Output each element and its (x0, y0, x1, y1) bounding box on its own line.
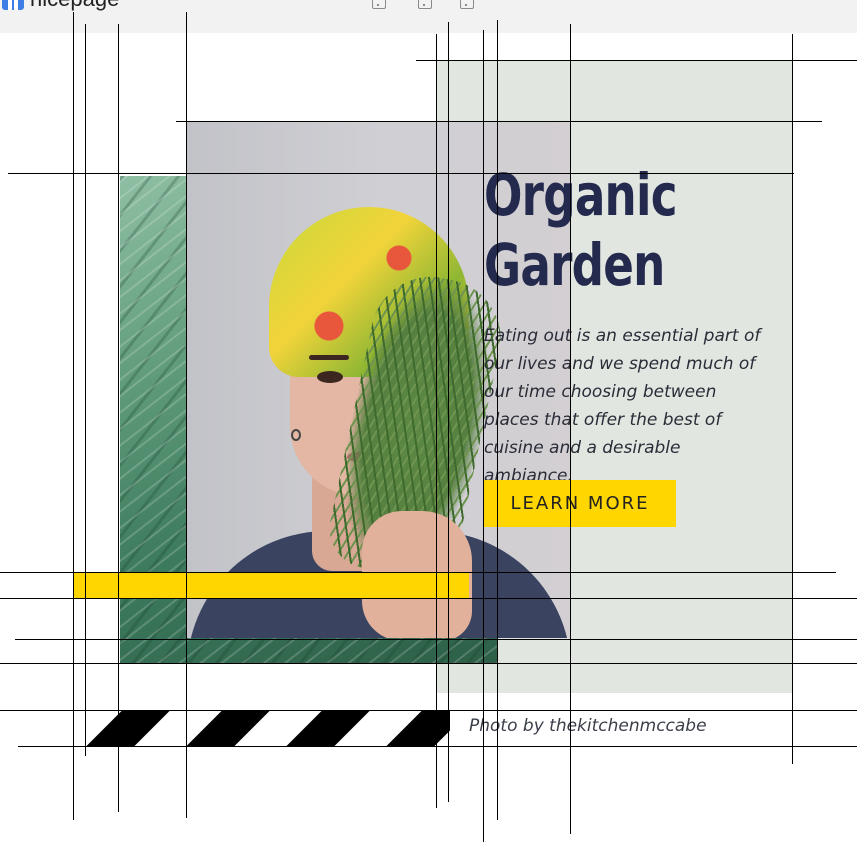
guide-line (0, 572, 836, 573)
photo-caption: Photo by thekitchenmccabe (469, 716, 707, 736)
stripe (185, 710, 271, 747)
guide-line (18, 746, 857, 747)
guide-line (0, 663, 857, 664)
guide-line (497, 20, 498, 820)
guide-line (448, 22, 449, 802)
guide-line (0, 598, 857, 599)
app-logo-text: nicepage (30, 0, 119, 12)
stripe (85, 710, 171, 747)
guide-line (792, 34, 793, 764)
hero-title-line2: Garden (484, 231, 665, 299)
stripe (285, 710, 371, 747)
guide-line (416, 60, 857, 61)
hero-title: Organic Garden (484, 160, 718, 300)
guide-line (0, 710, 857, 711)
tablet-icon[interactable] (418, 0, 432, 9)
guide-line (436, 34, 437, 808)
guide-line (73, 12, 74, 820)
guide-line (176, 121, 822, 122)
desktop-icon[interactable] (372, 0, 386, 9)
earring-shape (291, 429, 301, 441)
eye-shape (317, 371, 343, 383)
learn-more-button[interactable]: LEARN MORE (484, 480, 676, 527)
guide-line (85, 24, 86, 756)
hero-title-line1: Organic (484, 161, 678, 229)
nicepage-logo-icon (2, 0, 24, 10)
hero-description: Eating out is an essential part of our l… (484, 326, 761, 486)
guide-line (483, 30, 484, 842)
guide-line (8, 173, 794, 174)
brow-shape (309, 355, 349, 360)
stripe-decoration (84, 710, 450, 747)
guide-line (186, 12, 187, 818)
guide-line (118, 24, 119, 812)
guide-line (15, 639, 857, 640)
guide-line (570, 24, 571, 834)
yellow-accent-bar (73, 572, 469, 598)
stripe (385, 710, 450, 747)
phone-icon[interactable] (460, 0, 474, 9)
